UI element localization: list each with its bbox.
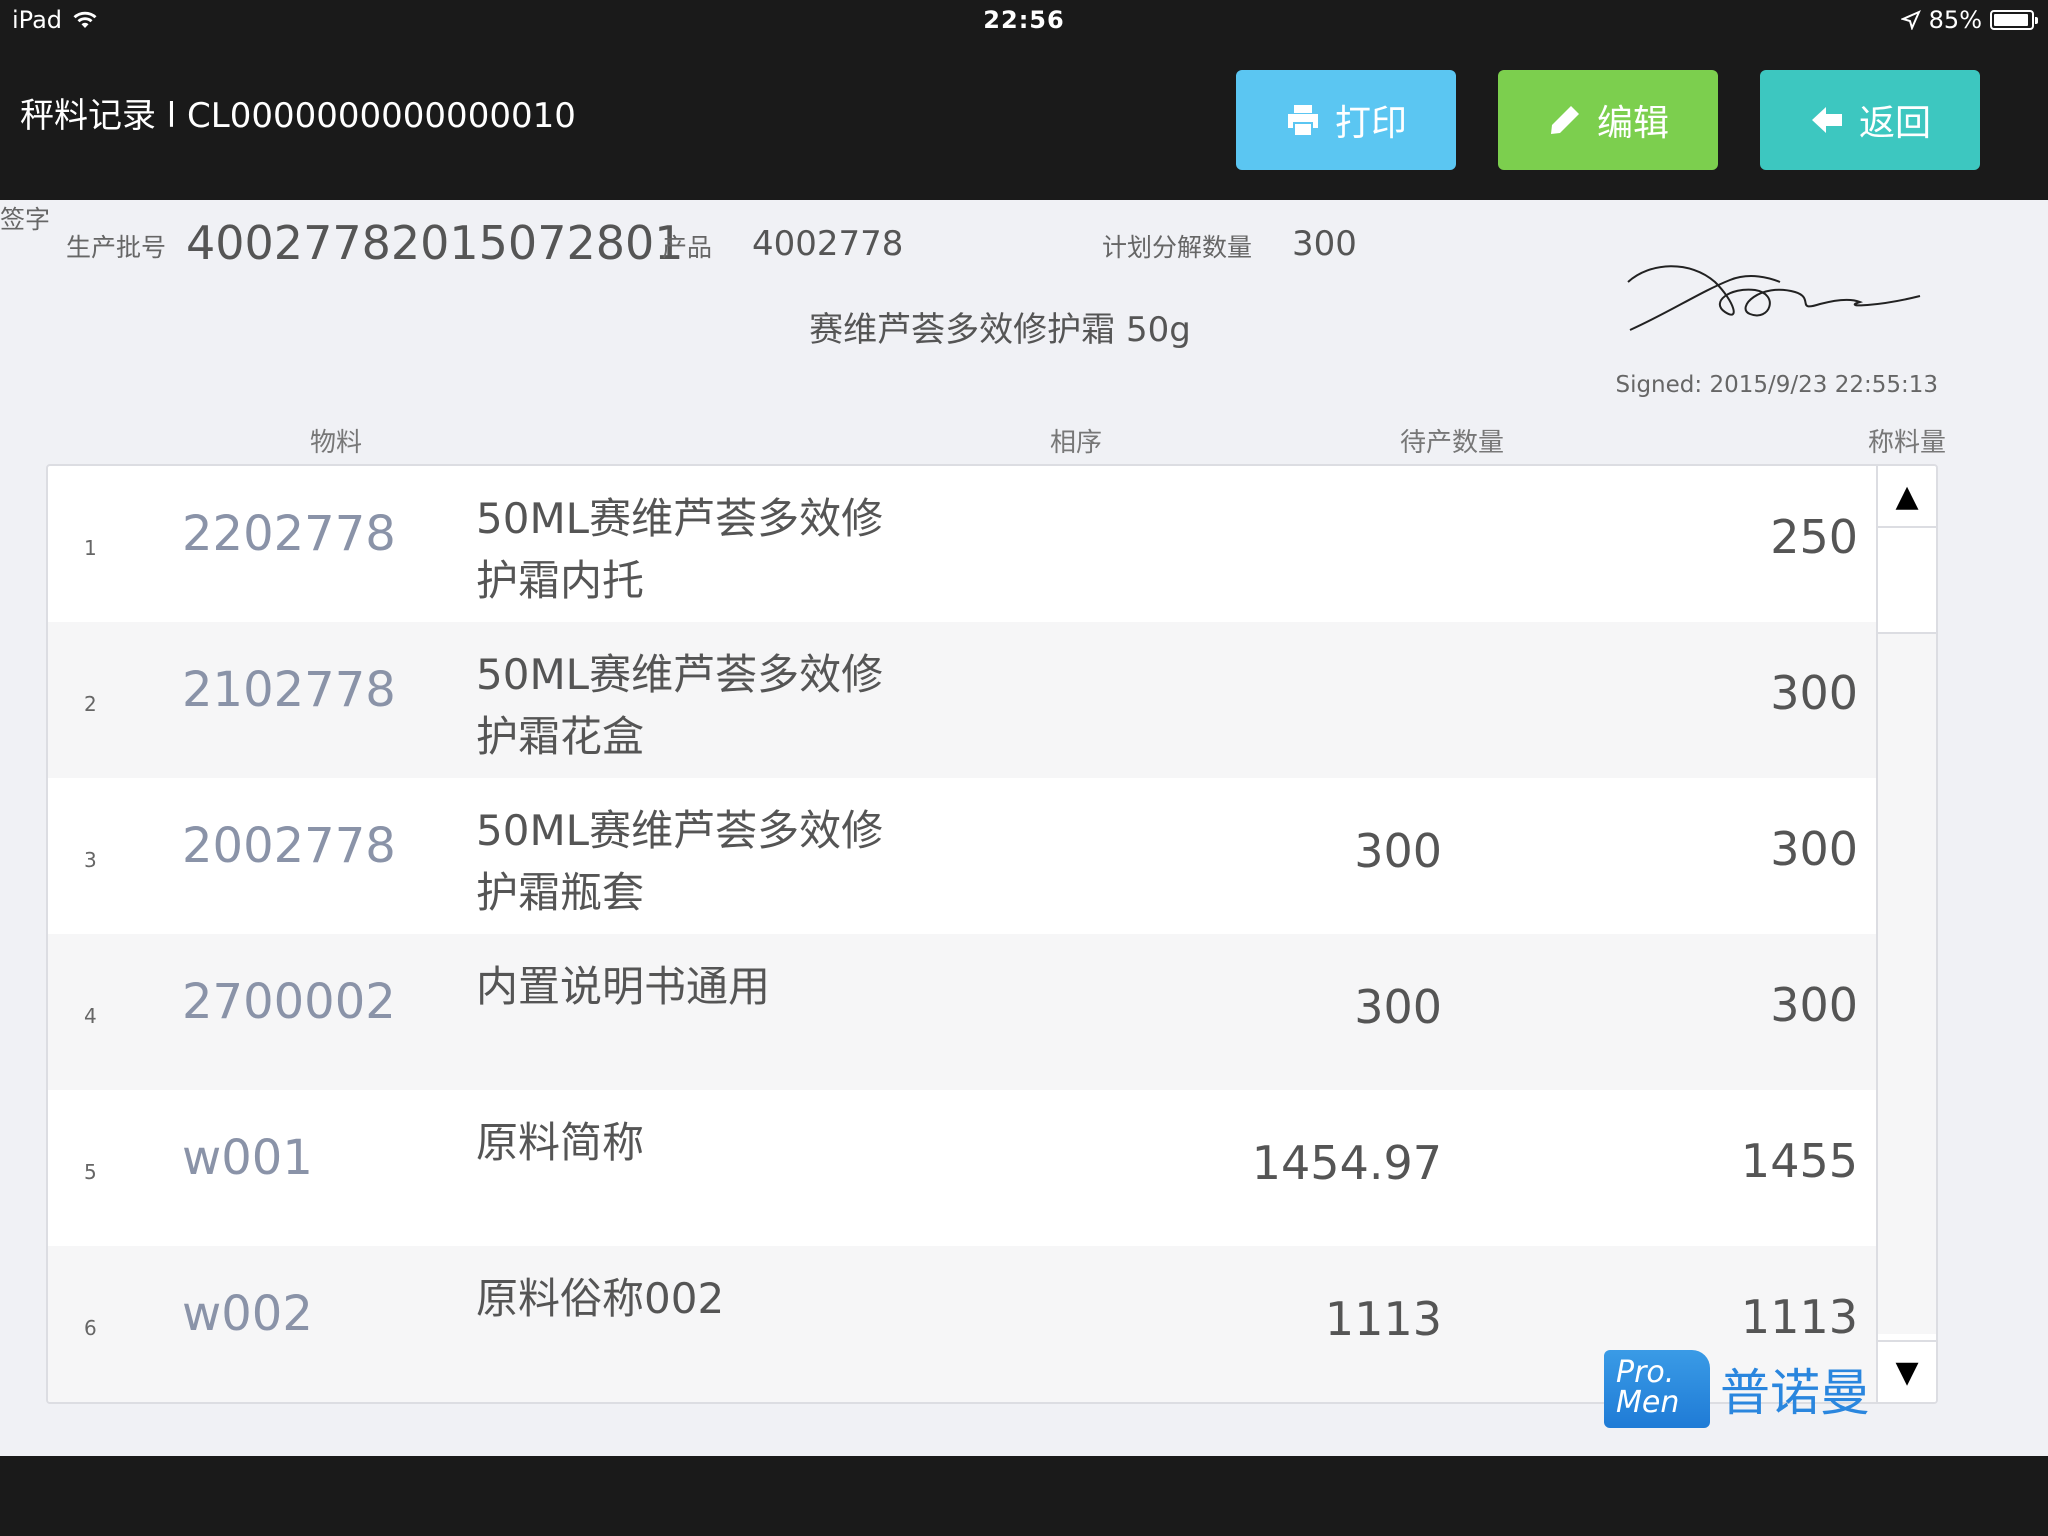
material-name: 原料俗称002 xyxy=(476,1274,725,1323)
edit-label: 编辑 xyxy=(1596,103,1669,144)
material-name: 原料简称 xyxy=(476,1118,645,1167)
material-code: w002 xyxy=(182,1286,313,1342)
clock: 22:56 xyxy=(983,6,1065,34)
material-name: 50ML赛维芦荟多效修护霜花盒 xyxy=(476,650,884,761)
arrow-left-icon xyxy=(1811,107,1842,133)
scroll-down-button[interactable]: ▼ xyxy=(1878,1340,1936,1402)
column-header-seq: 相序 xyxy=(1050,428,1103,458)
row-index: 6 xyxy=(84,1316,97,1340)
column-header-pending: 待产数量 xyxy=(1400,428,1505,458)
table-row[interactable]: 2 2102778 50ML赛维芦荟多效修护霜花盒 300 xyxy=(48,622,1878,778)
signature-label: 签字 xyxy=(0,205,51,234)
print-label: 打印 xyxy=(1334,103,1407,144)
plan-quantity-value: 300 xyxy=(1292,224,1357,264)
material-code: 2102778 xyxy=(182,662,396,718)
pending-quantity: 1454.97 xyxy=(1251,1136,1442,1190)
batch-label: 生产批号 xyxy=(66,233,167,262)
table-row[interactable]: 3 2002778 50ML赛维芦荟多效修护霜瓶套 300 300 xyxy=(48,778,1878,934)
weigh-quantity: 300 xyxy=(1770,978,1858,1032)
status-bar: iPad 22:56 85% xyxy=(0,0,2048,42)
logo-mark-line1: Pro. xyxy=(1616,1355,1675,1390)
table-row[interactable]: 1 2202778 50ML赛维芦荟多效修护霜内托 250 xyxy=(48,466,1878,622)
column-header-weigh: 称料量 xyxy=(1868,428,1947,458)
row-index: 3 xyxy=(84,848,97,872)
row-index: 2 xyxy=(84,692,97,716)
scroll-thumb[interactable] xyxy=(1878,528,1936,634)
product-label: 产品 xyxy=(662,233,713,262)
row-index: 1 xyxy=(84,536,97,560)
column-header-material: 物料 xyxy=(310,428,363,458)
row-index: 5 xyxy=(84,1160,97,1184)
material-code: 2700002 xyxy=(182,974,396,1030)
top-header: 秤料记录 l CL0000000000000010 打印 编辑 返回 xyxy=(0,42,2048,200)
row-index: 4 xyxy=(84,1004,97,1028)
product-name: 赛维芦荟多效修护霜 50g xyxy=(809,310,1191,350)
material-name: 内置说明书通用 xyxy=(476,962,771,1011)
pending-quantity: 300 xyxy=(1354,980,1442,1034)
record-content: 生产批号 40027782015072801 产品 4002778 计划分解数量… xyxy=(0,200,2048,1456)
signed-timestamp: Signed: 2015/9/23 22:55:13 xyxy=(1615,372,1938,398)
logo-mark-line2: Men xyxy=(1616,1385,1680,1420)
weigh-quantity: 1455 xyxy=(1740,1134,1858,1188)
logo-text: 普诺曼 xyxy=(1720,1364,1870,1422)
back-button[interactable]: 返回 xyxy=(1760,70,1980,170)
pending-quantity: 300 xyxy=(1354,824,1442,878)
product-value: 4002778 xyxy=(752,224,904,264)
table-scrollbar[interactable]: ▲ ▼ xyxy=(1876,466,1936,1402)
scroll-track[interactable] xyxy=(1878,634,1936,1334)
table-row[interactable]: 4 2700002 内置说明书通用 300 300 xyxy=(48,934,1878,1090)
batch-value: 40027782015072801 xyxy=(186,216,684,270)
battery-percent: 85% xyxy=(1928,6,1982,34)
pending-quantity: 1113 xyxy=(1324,1292,1442,1346)
material-code: 2002778 xyxy=(182,818,396,874)
printer-icon xyxy=(1287,105,1318,135)
status-right: 85% xyxy=(1900,6,2038,34)
battery-icon xyxy=(1990,10,2038,30)
weigh-quantity: 300 xyxy=(1770,822,1858,876)
material-name: 50ML赛维芦荟多效修护霜内托 xyxy=(476,494,884,605)
pencil-icon xyxy=(1550,106,1579,134)
brand-logo: Pro. Men 普诺曼 xyxy=(1604,1350,1870,1428)
weigh-quantity: 250 xyxy=(1770,510,1858,564)
table-row[interactable]: 5 w001 原料简称 1454.97 1455 xyxy=(48,1090,1878,1246)
material-code: 2202778 xyxy=(182,506,396,562)
location-arrow-icon xyxy=(1900,10,1921,30)
page-title: 秤料记录 l CL0000000000000010 xyxy=(20,96,576,136)
material-name: 50ML赛维芦荟多效修护霜瓶套 xyxy=(476,806,884,917)
material-table[interactable]: 1 2202778 50ML赛维芦荟多效修护霜内托 250 2 2102778 … xyxy=(46,464,1938,1404)
plan-quantity-label: 计划分解数量 xyxy=(1102,233,1253,262)
print-button[interactable]: 打印 xyxy=(1236,70,1456,170)
edit-button[interactable]: 编辑 xyxy=(1498,70,1718,170)
material-code: w001 xyxy=(182,1130,313,1186)
bottom-bar xyxy=(0,1456,2048,1536)
weigh-quantity: 300 xyxy=(1770,666,1858,720)
back-label: 返回 xyxy=(1858,103,1931,144)
logo-mark: Pro. Men xyxy=(1604,1350,1710,1428)
weigh-quantity: 1113 xyxy=(1740,1290,1858,1344)
scroll-up-button[interactable]: ▲ xyxy=(1878,466,1936,528)
